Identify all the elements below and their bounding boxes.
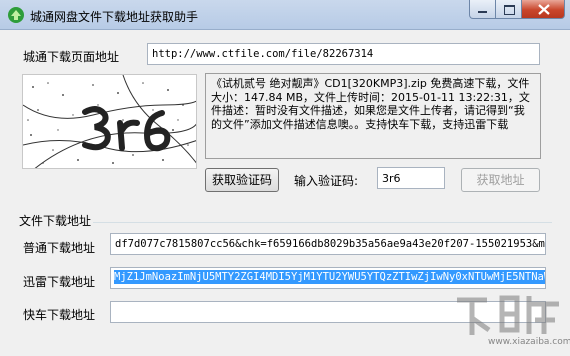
file-description: 《试机贰号 绝对靓声》CD1[320KMP3].zip 免费高速下载，文件大小：… <box>205 73 541 159</box>
green-app-icon <box>8 7 24 23</box>
maximize-button[interactable] <box>495 0 522 19</box>
captcha-image[interactable] <box>22 74 197 169</box>
thunder-download-field[interactable]: MjZ1JmNoazImNjU5MTY2ZGI4MDI5YjM1YTU2YWU5… <box>110 267 546 289</box>
get-captcha-button[interactable]: 获取验证码 <box>205 168 279 192</box>
minimize-button[interactable] <box>469 0 496 19</box>
thunder-download-selected-text: MjZ1JmNoazImNjU5MTY2ZGI4MDI5YjM1YTU2YWU5… <box>114 270 545 284</box>
window-title: 城通网盘文件下载地址获取助手 <box>30 10 199 24</box>
close-button[interactable] <box>521 0 565 19</box>
download-section-title: 文件下载地址 <box>19 212 94 229</box>
thunder-download-label: 迅雷下载地址 <box>23 275 96 289</box>
title-bar[interactable]: 城通网盘文件下载地址获取助手 <box>0 0 570 30</box>
get-address-button[interactable]: 获取地址 <box>461 168 540 192</box>
normal-download-label: 普通下载地址 <box>23 241 96 255</box>
watermark-url: www.xiazaiba.com <box>488 337 570 347</box>
captcha-noise-graphic <box>23 75 196 168</box>
page-url-input[interactable]: http://www.ctfile.com/file/82267314 <box>147 43 540 65</box>
captcha-input[interactable]: 3r6 <box>377 167 445 189</box>
normal-download-field[interactable]: df7d077c7815807cc56&chk=f659166db8029b35… <box>110 233 546 255</box>
app-window: 城通网盘文件下载地址获取助手 城通下载页面地址 http://www.ctfil… <box>0 0 570 356</box>
captcha-input-label: 输入验证码: <box>294 174 359 188</box>
close-icon <box>538 4 550 15</box>
flashget-download-label: 快车下载地址 <box>23 308 96 322</box>
page-url-label: 城通下载页面地址 <box>23 50 120 64</box>
section-divider <box>22 222 552 223</box>
